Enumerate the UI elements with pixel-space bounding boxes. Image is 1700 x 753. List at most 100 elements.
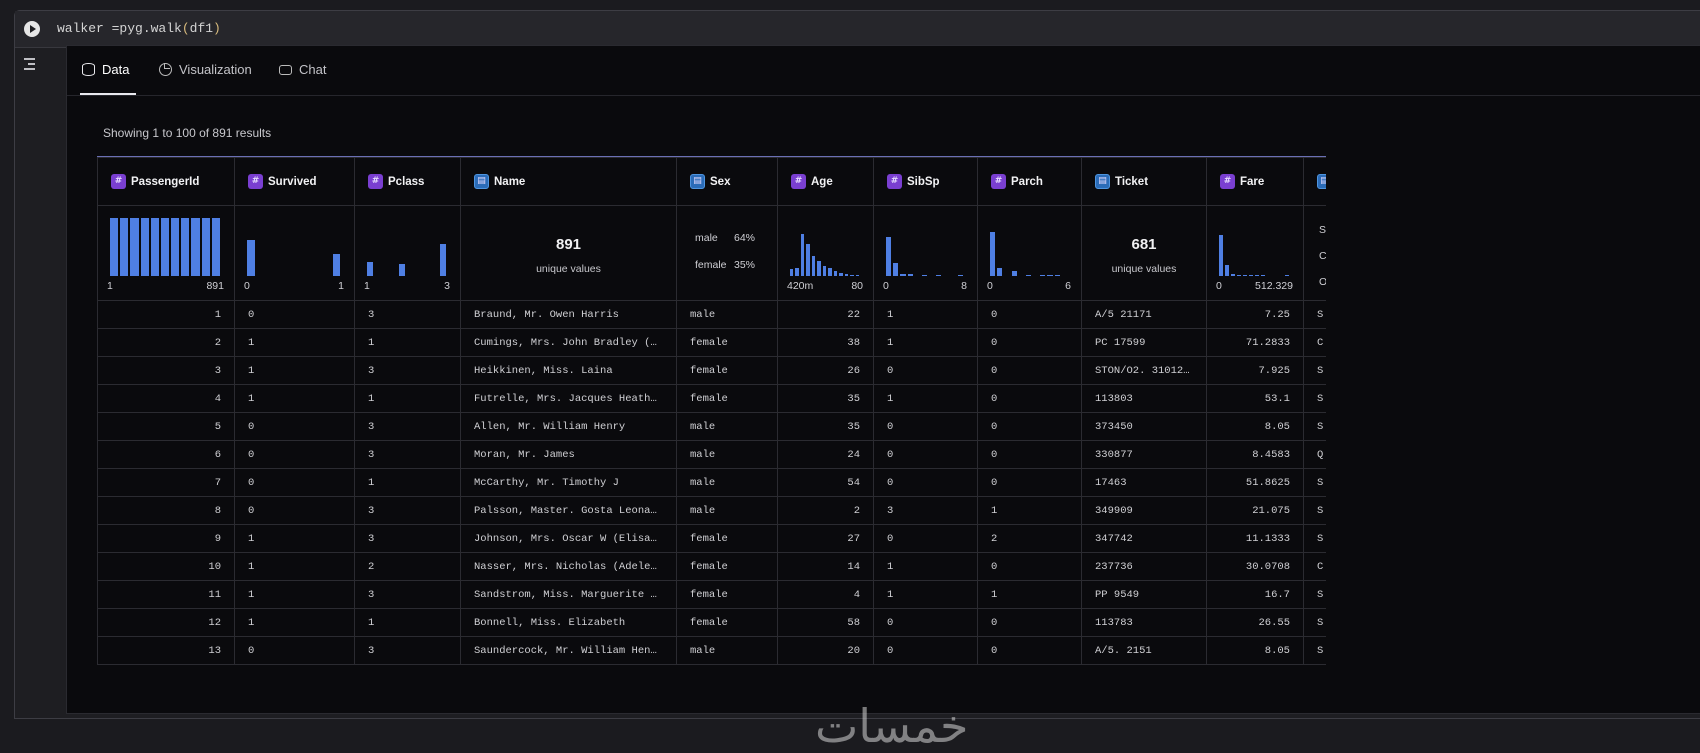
table-cell-passengerid[interactable]: 13 [97, 636, 235, 665]
table-cell-age[interactable]: 38 [777, 328, 874, 357]
table-row[interactable]: 9 1 3 Johnson, Mrs. Oscar W (Elisabe… female… [97, 524, 1326, 553]
table-cell-sex[interactable]: female [676, 356, 778, 385]
table-cell-passengerid[interactable]: 1 [97, 300, 235, 329]
table-cell-survived[interactable]: 1 [234, 384, 355, 413]
table-cell-parch[interactable]: 0 [977, 328, 1082, 357]
table-cell-ticket[interactable]: 113803 [1081, 384, 1207, 413]
table-cell-parch[interactable]: 0 [977, 356, 1082, 385]
table-cell-age[interactable]: 2 [777, 496, 874, 525]
table-row[interactable]: 12 1 1 Bonnell, Miss. Elizabeth female 58 0 0 11… [97, 608, 1326, 637]
table-cell-pclass[interactable]: 3 [354, 580, 461, 609]
table-cell-embarked[interactable]: C [1303, 552, 1326, 581]
table-cell-survived[interactable]: 1 [234, 580, 355, 609]
table-cell-age[interactable]: 24 [777, 440, 874, 469]
table-cell-passengerid[interactable]: 9 [97, 524, 235, 553]
table-cell-embarked[interactable]: S [1303, 412, 1326, 441]
column-header-pclass[interactable]: # Pclass [354, 157, 461, 206]
code-line[interactable]: walker =pyg.walk(df1) [57, 21, 221, 36]
table-cell-parch[interactable]: 1 [977, 580, 1082, 609]
tab-data[interactable]: Data [82, 62, 129, 77]
table-cell-pclass[interactable]: 3 [354, 356, 461, 385]
table-cell-survived[interactable]: 1 [234, 552, 355, 581]
table-cell-ticket[interactable]: 373450 [1081, 412, 1207, 441]
table-row[interactable]: 13 0 3 Saundercock, Mr. William Henry male 20… [97, 636, 1326, 665]
table-cell-sex[interactable]: female [676, 328, 778, 357]
table-row[interactable]: 4 1 1 Futrelle, Mrs. Jacques Heath (… female… [97, 384, 1326, 413]
table-cell-pclass[interactable]: 1 [354, 384, 461, 413]
table-cell-parch[interactable]: 0 [977, 384, 1082, 413]
table-cell-embarked[interactable]: S [1303, 496, 1326, 525]
table-cell-passengerid[interactable]: 2 [97, 328, 235, 357]
table-cell-pclass[interactable]: 3 [354, 300, 461, 329]
table-cell-fare[interactable]: 51.8625 [1206, 468, 1304, 497]
table-cell-survived[interactable]: 0 [234, 496, 355, 525]
table-cell-ticket[interactable]: 17463 [1081, 468, 1207, 497]
table-cell-passengerid[interactable]: 11 [97, 580, 235, 609]
tab-visualization[interactable]: Visualization [159, 62, 252, 77]
table-cell-parch[interactable]: 0 [977, 440, 1082, 469]
output-toggle-icon[interactable] [24, 55, 42, 71]
table-cell-embarked[interactable]: S [1303, 636, 1326, 665]
table-cell-fare[interactable]: 7.25 [1206, 300, 1304, 329]
table-cell-name[interactable]: Futrelle, Mrs. Jacques Heath (… [460, 384, 677, 413]
table-cell-ticket[interactable]: 113783 [1081, 608, 1207, 637]
table-cell-sibsp[interactable]: 0 [873, 468, 978, 497]
column-header-parch[interactable]: # Parch [977, 157, 1082, 206]
table-cell-name[interactable]: Nasser, Mrs. Nicholas (Adele A… [460, 552, 677, 581]
table-cell-pclass[interactable]: 3 [354, 636, 461, 665]
table-cell-survived[interactable]: 1 [234, 524, 355, 553]
table-cell-parch[interactable]: 0 [977, 412, 1082, 441]
table-row[interactable]: 1 0 3 Braund, Mr. Owen Harris male 22 1 0 A/5 21… [97, 300, 1326, 329]
table-cell-age[interactable]: 26 [777, 356, 874, 385]
table-cell-fare[interactable]: 53.1 [1206, 384, 1304, 413]
table-cell-passengerid[interactable]: 12 [97, 608, 235, 637]
table-cell-sibsp[interactable]: 1 [873, 328, 978, 357]
table-cell-passengerid[interactable]: 8 [97, 496, 235, 525]
table-cell-sex[interactable]: female [676, 524, 778, 553]
table-cell-age[interactable]: 4 [777, 580, 874, 609]
table-cell-passengerid[interactable]: 6 [97, 440, 235, 469]
table-cell-sex[interactable]: male [676, 636, 778, 665]
table-cell-age[interactable]: 35 [777, 412, 874, 441]
table-cell-sex[interactable]: female [676, 608, 778, 637]
table-cell-pclass[interactable]: 2 [354, 552, 461, 581]
table-row[interactable]: 3 1 3 Heikkinen, Miss. Laina female 26 0 0 STON/… [97, 356, 1326, 385]
table-row[interactable]: 7 0 1 McCarthy, Mr. Timothy Jmale 54 0 0 17463 5… [97, 468, 1326, 497]
table-cell-ticket[interactable]: PP 9549 [1081, 580, 1207, 609]
table-cell-survived[interactable]: 0 [234, 412, 355, 441]
table-cell-fare[interactable]: 8.05 [1206, 412, 1304, 441]
table-row[interactable]: 5 0 3 Allen, Mr. William Henry male 35 0 0 37345… [97, 412, 1326, 441]
table-cell-fare[interactable]: 8.4583 [1206, 440, 1304, 469]
table-cell-pclass[interactable]: 3 [354, 524, 461, 553]
table-cell-ticket[interactable]: 349909 [1081, 496, 1207, 525]
table-cell-age[interactable]: 58 [777, 608, 874, 637]
column-header-fare[interactable]: # Fare [1206, 157, 1304, 206]
table-cell-embarked[interactable]: S [1303, 608, 1326, 637]
table-cell-embarked[interactable]: S [1303, 384, 1326, 413]
table-cell-age[interactable]: 35 [777, 384, 874, 413]
table-cell-fare[interactable]: 8.05 [1206, 636, 1304, 665]
table-cell-parch[interactable]: 0 [977, 608, 1082, 637]
table-cell-fare[interactable]: 26.55 [1206, 608, 1304, 637]
table-cell-ticket[interactable]: STON/O2. 3101282 [1081, 356, 1207, 385]
table-cell-survived[interactable]: 0 [234, 636, 355, 665]
table-cell-ticket[interactable]: A/5 21171 [1081, 300, 1207, 329]
table-cell-parch[interactable]: 1 [977, 496, 1082, 525]
table-cell-age[interactable]: 54 [777, 468, 874, 497]
table-cell-passengerid[interactable]: 5 [97, 412, 235, 441]
table-cell-age[interactable]: 14 [777, 552, 874, 581]
table-cell-pclass[interactable]: 3 [354, 496, 461, 525]
data-grid[interactable]: # PassengerId # Survived # Pclass ▤ Name ▤ Sex # Ag… [97, 156, 1326, 714]
table-row[interactable]: 6 0 3 Moran, Mr. James male 24 0 0 330877 8.4583 Q [97, 440, 1326, 469]
table-cell-sibsp[interactable]: 0 [873, 356, 978, 385]
table-cell-sibsp[interactable]: 0 [873, 608, 978, 637]
table-cell-survived[interactable]: 1 [234, 328, 355, 357]
table-cell-parch[interactable]: 2 [977, 524, 1082, 553]
table-cell-age[interactable]: 22 [777, 300, 874, 329]
table-cell-pclass[interactable]: 3 [354, 412, 461, 441]
table-cell-age[interactable]: 27 [777, 524, 874, 553]
table-cell-sex[interactable]: male [676, 412, 778, 441]
table-cell-sibsp[interactable]: 0 [873, 636, 978, 665]
table-cell-sibsp[interactable]: 0 [873, 412, 978, 441]
table-cell-parch[interactable]: 0 [977, 468, 1082, 497]
